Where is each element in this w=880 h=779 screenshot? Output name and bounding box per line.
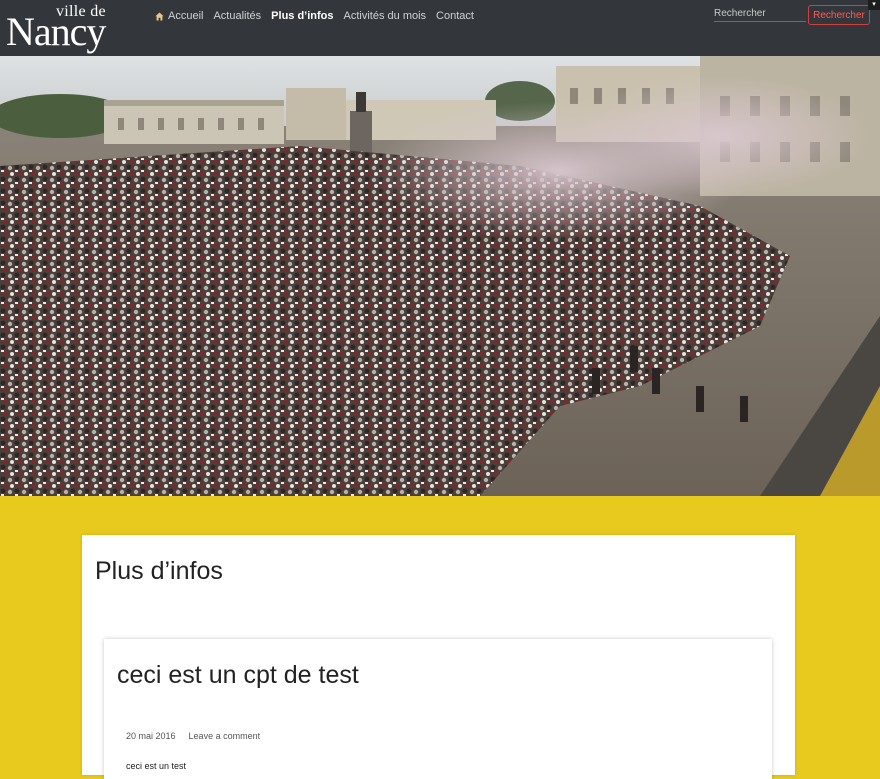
nav-label-contact: Contact [436, 10, 474, 22]
nav-item-activites-du-mois[interactable]: Activités du mois [339, 9, 432, 23]
content-card: Plus d’infos ceci est un cpt de test 20 … [82, 535, 795, 779]
post-date[interactable]: 20 mai 2016 [126, 731, 176, 741]
search-button[interactable]: Rechercher [808, 5, 870, 25]
logo-big-text: Nancy [6, 9, 106, 54]
post-title[interactable]: ceci est un cpt de test [117, 661, 359, 690]
nav-item-contact[interactable]: Contact [431, 9, 479, 23]
site-logo[interactable]: ville de Nancy [6, 2, 142, 54]
page-title: Plus d’infos [95, 557, 223, 585]
top-navbar: ville de Nancy Accueil Actualités Plus d… [0, 0, 880, 56]
post-meta: 20 mai 2016 Leave a comment [126, 731, 260, 741]
hero-photo-illustration [0, 56, 880, 496]
search-form: Rechercher [714, 5, 880, 25]
nav-item-actualites[interactable]: Actualités [208, 9, 266, 23]
leave-comment-link[interactable]: Leave a comment [189, 731, 261, 741]
post-card: ceci est un cpt de test 20 mai 2016 Leav… [104, 639, 772, 779]
nav-label-activites: Activités du mois [343, 10, 427, 22]
nav-label-accueil: Accueil [168, 10, 204, 22]
nav-item-plus-d-infos[interactable]: Plus d’infos [266, 9, 338, 23]
home-icon [155, 12, 164, 21]
post-excerpt: ceci est un test [126, 761, 187, 771]
hero-image [0, 56, 880, 496]
dropdown-toggle-icon[interactable]: ▾ [868, 0, 880, 10]
nav-label-plus-d-infos: Plus d’infos [271, 10, 334, 22]
main-nav: Accueil Actualités Plus d’infos Activité… [150, 9, 479, 23]
search-input[interactable] [714, 5, 806, 22]
nav-item-accueil[interactable]: Accueil [150, 9, 208, 23]
nav-label-actualites: Actualités [213, 10, 262, 22]
